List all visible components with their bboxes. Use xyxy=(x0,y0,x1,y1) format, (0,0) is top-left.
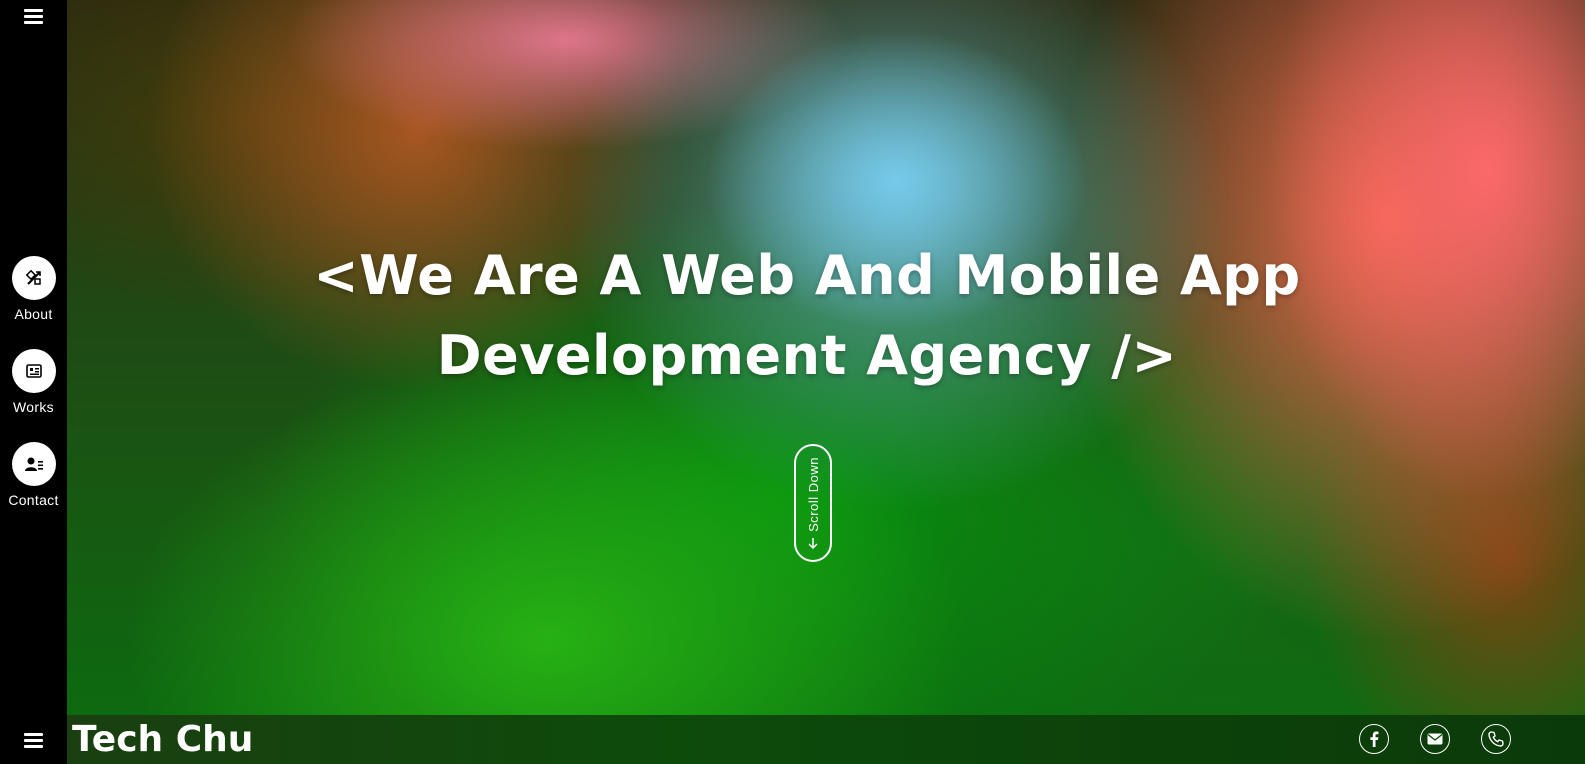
portfolio-icon xyxy=(11,349,56,393)
menu-icon[interactable] xyxy=(24,733,43,748)
nav-item-label: About xyxy=(14,306,53,322)
sidebar: About Works Contact xyxy=(0,0,67,764)
nav-item-label: Contact xyxy=(8,492,59,508)
hero-title-line2: Development Agency /> xyxy=(436,324,1178,387)
nav-item-about[interactable]: About xyxy=(0,256,67,322)
scroll-down-button[interactable]: Scroll Down xyxy=(794,444,832,562)
email-icon[interactable] xyxy=(1420,724,1450,754)
design-tools-icon xyxy=(11,256,56,300)
scroll-down-label: Scroll Down xyxy=(805,456,821,532)
footer-bar: Tech Chu xyxy=(67,715,1585,764)
hero-title: <We Are A Web And Mobile App Development… xyxy=(67,236,1547,396)
arrow-down-icon xyxy=(808,538,818,550)
nav-item-works[interactable]: Works xyxy=(0,349,67,415)
nav-item-contact[interactable]: Contact xyxy=(0,442,67,508)
nav-item-label: Works xyxy=(13,399,54,415)
phone-icon[interactable] xyxy=(1481,724,1511,754)
hero-title-line1: <We Are A Web And Mobile App xyxy=(313,244,1301,307)
menu-icon[interactable] xyxy=(24,9,43,24)
hero-section: <We Are A Web And Mobile App Development… xyxy=(67,0,1585,715)
brand-logo[interactable]: Tech Chu xyxy=(72,717,253,763)
contact-card-icon xyxy=(11,442,56,486)
facebook-icon[interactable] xyxy=(1359,724,1389,754)
